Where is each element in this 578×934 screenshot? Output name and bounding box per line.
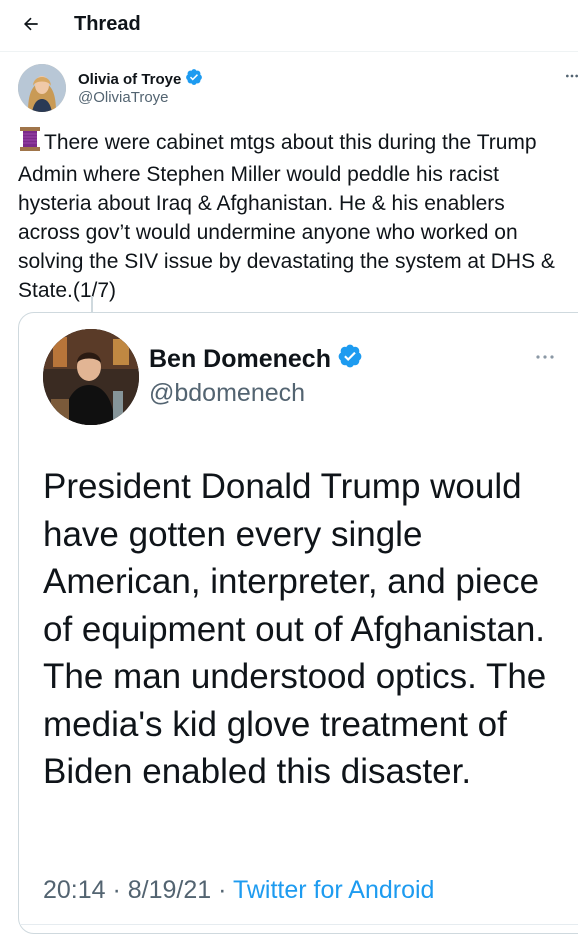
quoted-tweet-meta: 20:14 · 8/19/21 · Twitter for Android: [43, 876, 434, 905]
more-horizontal-icon: [564, 68, 578, 89]
quoted-avatar[interactable]: [43, 329, 139, 425]
top-bar: Thread: [0, 0, 578, 52]
thread-spool-icon: [18, 126, 42, 160]
page-title: Thread: [74, 13, 141, 35]
author-name[interactable]: Olivia of Troye: [78, 68, 203, 90]
quoted-author-name[interactable]: Ben Domenech: [149, 343, 363, 376]
quoted-more-button[interactable]: [535, 345, 555, 366]
tweet-body: There were cabinet mtgs about this durin…: [18, 126, 563, 305]
quoted-tweet-card[interactable]: Ben Domenech @bdomenech President Donald…: [18, 312, 578, 934]
divider: [19, 924, 578, 925]
quoted-source-link[interactable]: Twitter for Android: [233, 876, 434, 904]
arrow-left-icon: [21, 14, 41, 39]
quoted-author-name-text: Ben Domenech: [149, 345, 331, 373]
verified-badge-icon: [185, 68, 203, 90]
quoted-tweet-text: President Donald Trump would have gotten…: [43, 467, 547, 791]
quoted-author-handle[interactable]: @bdomenech: [149, 379, 305, 408]
tweet-author: Olivia of Troye @OliviaTroye: [18, 64, 578, 114]
author-name-text: Olivia of Troye: [78, 70, 182, 88]
more-horizontal-icon: [535, 345, 555, 365]
author-handle[interactable]: @OliviaTroye: [78, 89, 169, 106]
more-button[interactable]: [560, 66, 578, 90]
back-button[interactable]: [14, 9, 48, 43]
avatar[interactable]: [18, 64, 66, 112]
tweet-text: There were cabinet mtgs about this durin…: [18, 131, 555, 302]
quoted-timestamp[interactable]: 20:14 · 8/19/21 ·: [43, 876, 233, 904]
thread-connector: [91, 296, 93, 312]
verified-badge-icon: [337, 343, 363, 376]
